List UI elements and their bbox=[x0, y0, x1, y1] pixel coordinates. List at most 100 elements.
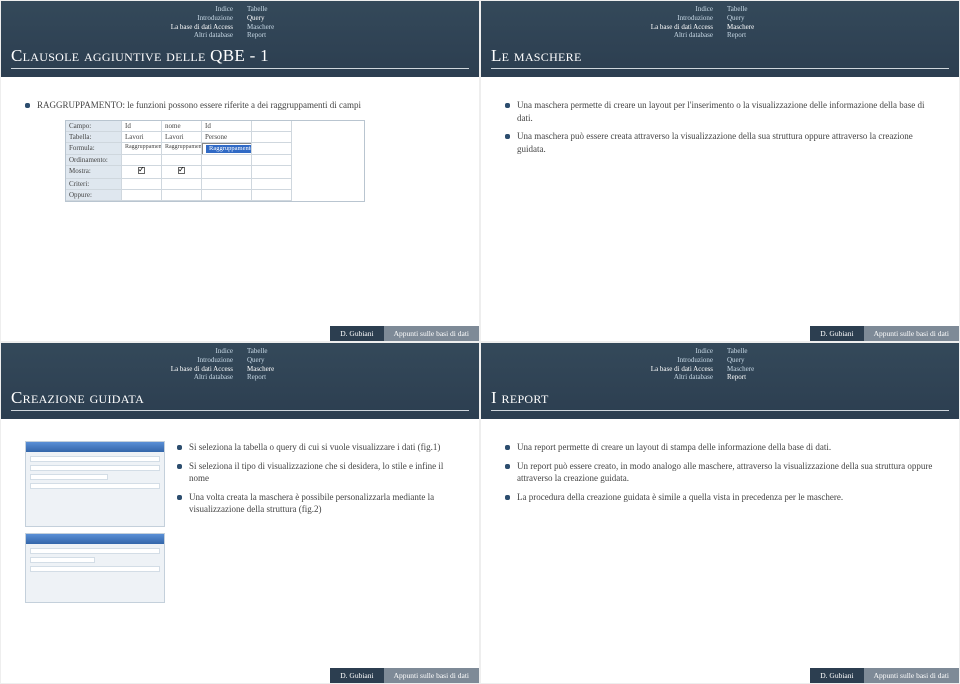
slide-header: Indice Introduzione La base di dati Acce… bbox=[1, 1, 479, 77]
dropdown-list[interactable]: Raggruppamento Somma Media Min Max Conte… bbox=[202, 143, 252, 154]
nav-l3[interactable]: Altri database bbox=[194, 373, 233, 382]
qbe-cell[interactable] bbox=[252, 143, 292, 154]
qbe-label: Ordinamento: bbox=[66, 155, 122, 166]
qbe-cell[interactable] bbox=[122, 166, 162, 178]
qbe-cell[interactable] bbox=[252, 155, 292, 166]
nav-r0[interactable]: Tabelle bbox=[727, 5, 748, 14]
qbe-label: Mostra: bbox=[66, 166, 122, 178]
nav-r1[interactable]: Query bbox=[727, 14, 745, 23]
bullet: Una maschera può essere creata attravers… bbox=[505, 130, 935, 155]
footer-author: D. Gubiani bbox=[330, 326, 383, 341]
nav-l2[interactable]: La base di dati Access bbox=[651, 365, 713, 374]
qbe-cell[interactable]: nome bbox=[162, 121, 202, 132]
footer-note: Appunti sulle basi di dati bbox=[384, 326, 479, 341]
qbe-label: Formula: bbox=[66, 143, 122, 154]
slide-title: I report bbox=[491, 388, 949, 408]
qbe-cell[interactable]: Lavori bbox=[162, 132, 202, 143]
footer-author: D. Gubiani bbox=[330, 668, 383, 683]
nav-r1[interactable]: Query bbox=[727, 356, 745, 365]
slide-header: Indice Introduzione La base di dati Acce… bbox=[481, 1, 959, 77]
wizard-screenshot-1 bbox=[25, 441, 165, 527]
qbe-cell[interactable] bbox=[202, 166, 252, 178]
qbe-label: Tabella: bbox=[66, 132, 122, 143]
qbe-cell[interactable] bbox=[252, 121, 292, 132]
slide-maschere: Indice Introduzione La base di dati Acce… bbox=[480, 0, 960, 342]
nav-l1[interactable]: Introduzione bbox=[197, 14, 233, 23]
qbe-cell[interactable]: Lavori bbox=[122, 132, 162, 143]
nav-l3[interactable]: Altri database bbox=[674, 373, 713, 382]
qbe-grid: Campo:IdnomeId Tabella:LavoriLavoriPerso… bbox=[65, 120, 365, 203]
slide-body: RAGGRUPPAMENTO: le funzioni possono esse… bbox=[1, 77, 479, 326]
qbe-cell[interactable] bbox=[252, 190, 292, 201]
nav-l1[interactable]: Introduzione bbox=[677, 14, 713, 23]
qbe-cell-dropdown[interactable]: Raggruppamento Somma Media Min Max Conte… bbox=[202, 143, 252, 154]
dropdown-item[interactable]: Raggruppamento bbox=[206, 145, 252, 153]
nav-r2[interactable]: Maschere bbox=[727, 365, 754, 374]
qbe-cell[interactable]: Raggruppamento bbox=[122, 143, 162, 154]
footer-note: Appunti sulle basi di dati bbox=[864, 668, 959, 683]
qbe-cell[interactable] bbox=[252, 179, 292, 190]
footer-author: D. Gubiani bbox=[810, 326, 863, 341]
slide-footer: D. Gubiani Appunti sulle basi di dati bbox=[481, 326, 959, 341]
slide-body: Una report permette di creare un layout … bbox=[481, 419, 959, 668]
nav-r3[interactable]: Report bbox=[727, 31, 746, 40]
nav-l1[interactable]: Introduzione bbox=[677, 356, 713, 365]
qbe-cell[interactable] bbox=[252, 132, 292, 143]
nav-l0[interactable]: Indice bbox=[696, 5, 714, 14]
qbe-label: Oppure: bbox=[66, 190, 122, 201]
nav-l0[interactable]: Indice bbox=[216, 5, 234, 14]
nav-r0[interactable]: Tabelle bbox=[247, 347, 268, 356]
qbe-cell[interactable] bbox=[122, 190, 162, 201]
slide-qbe: Indice Introduzione La base di dati Acce… bbox=[0, 0, 480, 342]
qbe-cell[interactable] bbox=[252, 166, 292, 178]
qbe-label: Campo: bbox=[66, 121, 122, 132]
nav-r1[interactable]: Query bbox=[247, 14, 265, 23]
nav-r1[interactable]: Query bbox=[247, 356, 265, 365]
nav-l2[interactable]: La base di dati Access bbox=[651, 23, 713, 32]
slide-header: Indice Introduzione La base di dati Acce… bbox=[481, 343, 959, 419]
slide-title: Clausole aggiuntive delle QBE - 1 bbox=[11, 46, 469, 66]
bullet: Si seleziona il tipo di visualizzazione … bbox=[177, 460, 455, 485]
qbe-cell[interactable] bbox=[122, 179, 162, 190]
qbe-cell[interactable] bbox=[202, 155, 252, 166]
nav-r0[interactable]: Tabelle bbox=[247, 5, 268, 14]
qbe-cell[interactable] bbox=[202, 179, 252, 190]
nav-l1[interactable]: Introduzione bbox=[197, 356, 233, 365]
nav-r0[interactable]: Tabelle bbox=[727, 347, 748, 356]
nav-r2[interactable]: Maschere bbox=[247, 365, 274, 374]
checkbox-icon[interactable] bbox=[138, 167, 145, 174]
nav-l3[interactable]: Altri database bbox=[674, 31, 713, 40]
checkbox-icon[interactable] bbox=[178, 167, 185, 174]
qbe-cell[interactable]: Persone bbox=[202, 132, 252, 143]
nav-l0[interactable]: Indice bbox=[216, 347, 234, 356]
qbe-cell[interactable] bbox=[122, 155, 162, 166]
slide-footer: D. Gubiani Appunti sulle basi di dati bbox=[481, 668, 959, 683]
nav-r3[interactable]: Report bbox=[247, 31, 266, 40]
nav-r3[interactable]: Report bbox=[727, 373, 746, 382]
footer-note: Appunti sulle basi di dati bbox=[384, 668, 479, 683]
bullet: La procedura della creazione guidata è s… bbox=[505, 491, 935, 504]
qbe-cell[interactable] bbox=[162, 166, 202, 178]
qbe-cell[interactable]: Id bbox=[202, 121, 252, 132]
nav-l2[interactable]: La base di dati Access bbox=[171, 365, 233, 374]
qbe-cell[interactable] bbox=[162, 155, 202, 166]
nav-r2[interactable]: Maschere bbox=[727, 23, 754, 32]
qbe-cell[interactable] bbox=[202, 190, 252, 201]
bullet: Un report può essere creato, in modo ana… bbox=[505, 460, 935, 485]
slide-footer: D. Gubiani Appunti sulle basi di dati bbox=[1, 326, 479, 341]
qbe-cell[interactable]: Id bbox=[122, 121, 162, 132]
wizard-screenshot-2 bbox=[25, 533, 165, 603]
slide-report: Indice Introduzione La base di dati Acce… bbox=[480, 342, 960, 684]
qbe-cell[interactable] bbox=[162, 179, 202, 190]
qbe-cell[interactable]: Raggruppamento bbox=[162, 143, 202, 154]
qbe-cell[interactable] bbox=[162, 190, 202, 201]
nav-l3[interactable]: Altri database bbox=[194, 31, 233, 40]
nav-l2[interactable]: La base di dati Access bbox=[171, 23, 233, 32]
nav-r3[interactable]: Report bbox=[247, 373, 266, 382]
nav-r2[interactable]: Maschere bbox=[247, 23, 274, 32]
nav-l0[interactable]: Indice bbox=[696, 347, 714, 356]
dropdown-item[interactable]: Somma bbox=[206, 153, 252, 155]
bullet: RAGGRUPPAMENTO: le funzioni possono esse… bbox=[25, 99, 455, 112]
screenshot-column bbox=[25, 441, 165, 609]
slide-body: Una maschera permette di creare un layou… bbox=[481, 77, 959, 326]
